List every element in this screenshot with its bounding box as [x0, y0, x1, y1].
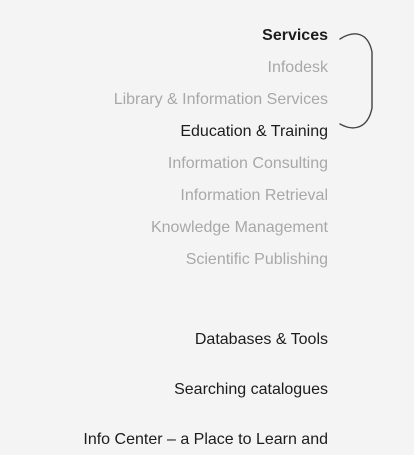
nav-link-education-training[interactable]: Education & Training — [180, 122, 328, 142]
nav-link-databases-tools[interactable]: Databases & Tools — [195, 330, 328, 350]
nav-link-information-retrieval[interactable]: Information Retrieval — [180, 186, 328, 206]
nav-link-scientific-publishing[interactable]: Scientific Publishing — [186, 250, 328, 270]
nav-link-knowledge-management[interactable]: Knowledge Management — [151, 218, 328, 238]
nav-link-infodesk[interactable]: Infodesk — [268, 58, 328, 78]
nav-link-library-information-services[interactable]: Library & Information Services — [114, 90, 328, 110]
nav-link-services[interactable]: Services — [262, 26, 328, 46]
curly-bracket-icon — [339, 33, 373, 129]
services-navigation: Services Infodesk Library & Information … — [0, 0, 414, 455]
nav-link-searching-catalogues[interactable]: Searching catalogues — [174, 380, 328, 400]
nav-link-info-center[interactable]: Info Center – a Place to Learn and — [83, 430, 328, 450]
nav-link-information-consulting[interactable]: Information Consulting — [168, 154, 328, 174]
